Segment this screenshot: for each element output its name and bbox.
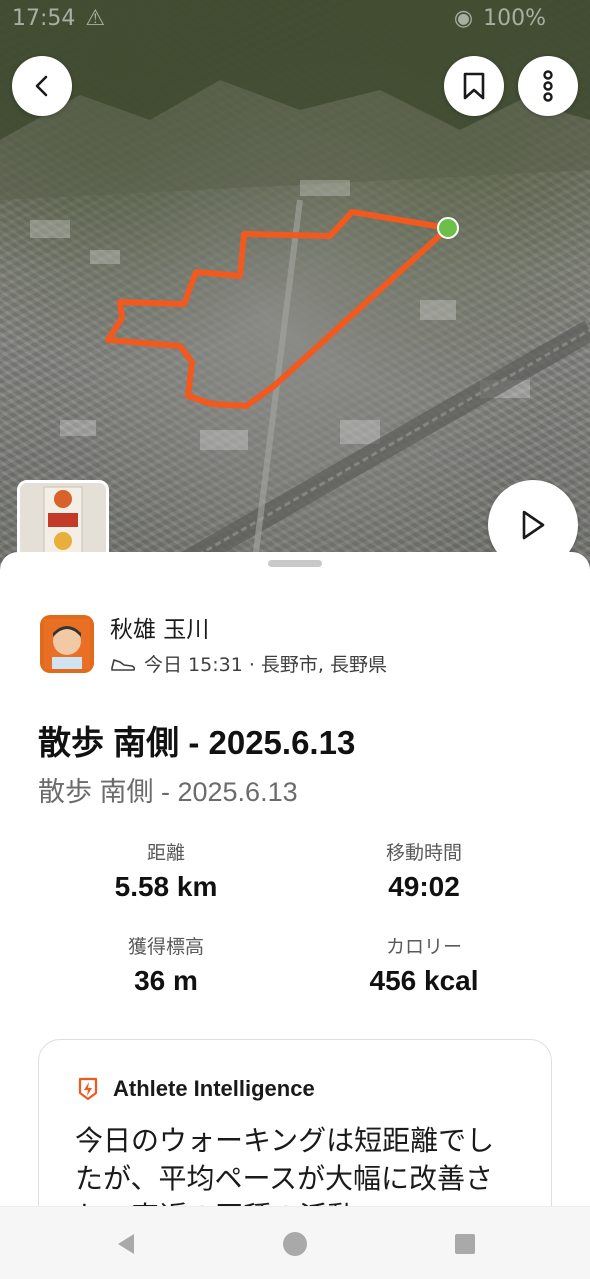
nav-back-button[interactable] — [110, 1227, 144, 1261]
nav-home-icon — [283, 1232, 307, 1256]
more-vertical-icon — [543, 70, 553, 102]
stat-moving-time: 移動時間 49:02 — [294, 838, 554, 903]
status-bar: 17:54 ⚠ ◉ 100% — [0, 0, 590, 36]
activity-description: 散歩 南側 - 2025.6.13 — [38, 777, 298, 807]
battery-level: 100% — [483, 5, 546, 31]
stat-label: 獲得標高 — [127, 936, 204, 958]
play-icon — [522, 510, 545, 540]
ai-card-title: Athlete Intelligence — [113, 1076, 315, 1101]
system-navigation-bar — [0, 1206, 590, 1279]
activity-details-sheet[interactable]: 秋雄 玉川 今日 15:31 · 長野市, 長野県 散歩 南側 - 2025.6… — [0, 552, 590, 1279]
nav-recent-button[interactable] — [448, 1227, 482, 1261]
avatar[interactable] — [40, 614, 94, 673]
activity-meta: 今日 15:31 · 長野市, 長野県 — [144, 654, 387, 676]
stat-label: 距離 — [146, 842, 185, 864]
stat-distance: 距離 5.58 km — [36, 838, 296, 903]
stat-calories: カロリー 456 kcal — [294, 932, 554, 997]
stat-value: 456 kcal — [369, 965, 479, 996]
activity-title: 散歩 南側 - 2025.6.13 — [38, 724, 356, 761]
bookmark-button[interactable] — [444, 56, 504, 116]
status-time: 17:54 — [12, 5, 76, 31]
stat-value: 36 m — [134, 965, 198, 996]
back-button[interactable] — [12, 56, 72, 116]
nav-back-icon — [118, 1234, 134, 1254]
nav-home-button[interactable] — [278, 1227, 312, 1261]
nav-recent-icon — [455, 1234, 475, 1254]
sheet-drag-handle[interactable] — [268, 560, 322, 567]
shoe-icon — [111, 658, 136, 671]
athlete-name[interactable]: 秋雄 玉川 — [110, 610, 387, 644]
athlete-header[interactable]: 秋雄 玉川 今日 15:31 · 長野市, 長野県 — [40, 610, 387, 677]
stat-value: 5.58 km — [114, 871, 218, 902]
stat-elevation-gain: 獲得標高 36 m — [36, 932, 296, 997]
avatar-photo — [44, 618, 90, 669]
athlete-intelligence-icon — [78, 1077, 98, 1101]
stat-value: 49:02 — [388, 871, 460, 902]
wifi-icon: ◉ — [453, 5, 474, 31]
stat-label: カロリー — [385, 936, 462, 958]
notification-icon: ⚠ — [85, 5, 106, 31]
more-options-button[interactable] — [518, 56, 578, 116]
activity-map[interactable]: 17:54 ⚠ ◉ 100% — [0, 0, 590, 600]
bookmark-icon — [463, 72, 485, 100]
chevron-left-icon — [35, 75, 48, 97]
stat-label: 移動時間 — [385, 842, 462, 864]
